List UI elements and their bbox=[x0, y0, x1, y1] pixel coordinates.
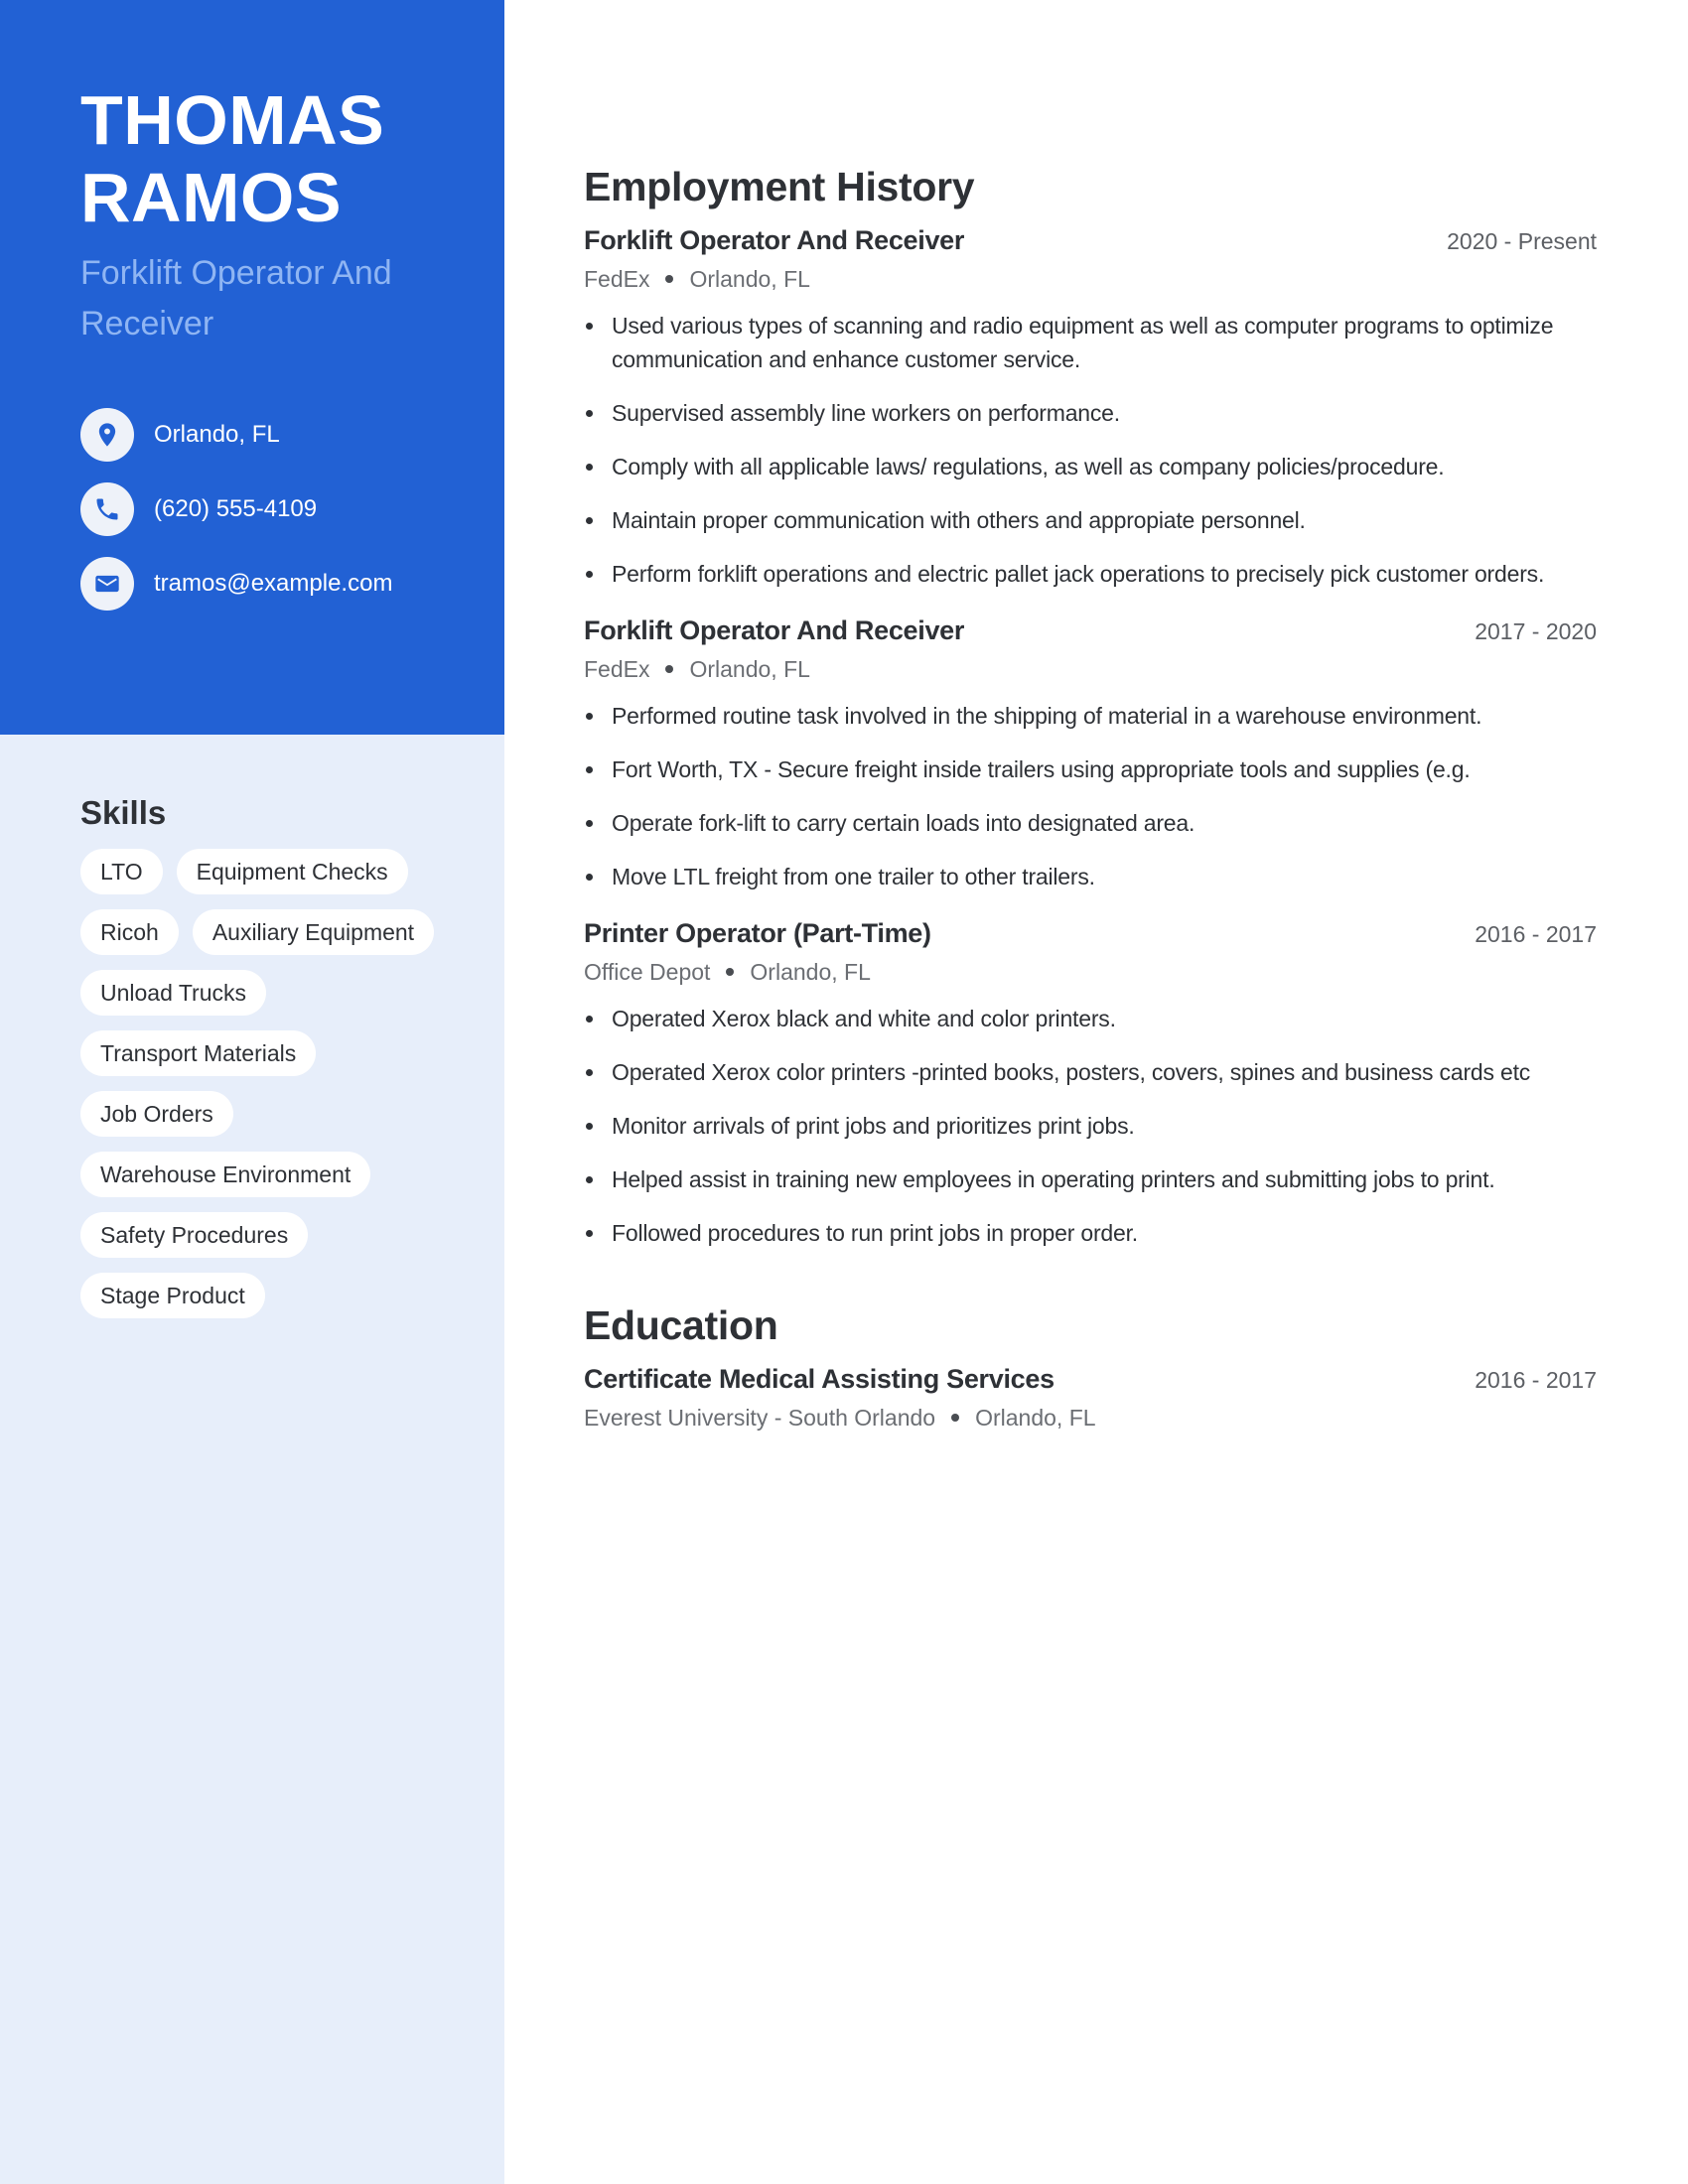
job-meta: FedEx Orlando, FL bbox=[584, 651, 1597, 687]
separator-dot bbox=[726, 967, 735, 976]
bullet-item: Followed procedures to run print jobs in… bbox=[584, 1216, 1597, 1250]
contact-location-text: Orlando, FL bbox=[154, 421, 280, 448]
company-name: Office Depot bbox=[584, 959, 711, 985]
envelope-icon bbox=[80, 557, 134, 611]
degree-title: Certificate Medical Assisting Services bbox=[584, 1364, 1055, 1394]
bullet-item: Move LTL freight from one trailer to oth… bbox=[584, 860, 1597, 893]
skill-chip: Unload Trucks bbox=[80, 970, 267, 1016]
job-title: Printer Operator (Part-Time) bbox=[584, 918, 931, 948]
skill-chip: Auxiliary Equipment bbox=[192, 909, 435, 955]
bullet-item: Monitor arrivals of print jobs and prior… bbox=[584, 1109, 1597, 1143]
skill-chip: Safety Procedures bbox=[80, 1212, 309, 1258]
job-title: Forklift Operator And Receiver bbox=[584, 225, 965, 255]
name-first: THOMAS bbox=[80, 81, 385, 159]
skill-chip: Equipment Checks bbox=[176, 849, 408, 894]
sidebar: THOMAS RAMOS Forklift Operator And Recei… bbox=[0, 0, 504, 2184]
separator-dot bbox=[665, 274, 674, 283]
job-entry: Forklift Operator And Receiver 2020 - Pre… bbox=[584, 220, 1597, 591]
bullet-item: Comply with all applicable laws/ regulat… bbox=[584, 450, 1597, 483]
education-heading: Education bbox=[584, 1302, 778, 1348]
bullet-item: Maintain proper communication with other… bbox=[584, 503, 1597, 537]
bullet-item: Operate fork-lift to carry certain loads… bbox=[584, 806, 1597, 840]
job-location: Orlando, FL bbox=[689, 266, 810, 292]
education-item: Certificate Medical Assisting Services 2… bbox=[584, 1359, 1597, 1435]
bullet-item: Perform forklift operations and electric… bbox=[584, 557, 1597, 591]
job-bullets: Used various types of scanning and radio… bbox=[584, 309, 1597, 591]
bullet-item: Operated Xerox color printers -printed b… bbox=[584, 1055, 1597, 1089]
job-dates: 2016 - 2017 bbox=[1475, 921, 1597, 947]
candidate-title: Forklift Operator And Receiver bbox=[80, 254, 392, 342]
separator-dot bbox=[951, 1413, 960, 1422]
job-meta: FedEx Orlando, FL bbox=[584, 261, 1597, 297]
job-location: Orlando, FL bbox=[689, 656, 810, 682]
skill-chip: Job Orders bbox=[80, 1091, 233, 1137]
contact-email-text[interactable]: tramos@example.com bbox=[154, 570, 392, 598]
contact-phone-text: (620) 555-4109 bbox=[154, 495, 318, 522]
company-name: FedEx bbox=[584, 656, 650, 682]
skills-list: LTO Equipment Checks Ricoh Auxiliary Equipm… bbox=[80, 849, 478, 1318]
bullet-item: Operated Xerox black and white and color… bbox=[584, 1002, 1597, 1035]
job-dates: 2020 - Present bbox=[1447, 228, 1597, 254]
bullet-item: Helped assist in training new employees … bbox=[584, 1162, 1597, 1196]
bullet-item: Fort Worth, TX - Secure freight inside t… bbox=[584, 752, 1597, 786]
contact-phone: (620) 555-4109 bbox=[80, 482, 317, 536]
job-dates: 2017 - 2020 bbox=[1475, 618, 1597, 644]
skill-chip: Transport Materials bbox=[80, 1030, 317, 1076]
employment-list: Forklift Operator And Receiver 2020 - Pre… bbox=[584, 220, 1597, 1250]
main-content: Employment History Forklift Operator And… bbox=[584, 159, 1597, 1435]
school-name: Everest University - South Orlando bbox=[584, 1405, 936, 1431]
job-bullets: Operated Xerox black and white and color… bbox=[584, 1002, 1597, 1250]
contact-email: tramos@example.com bbox=[80, 557, 392, 611]
bullet-item: Supervised assembly line workers on perf… bbox=[584, 396, 1597, 430]
bullet-item: Used various types of scanning and radio… bbox=[584, 309, 1597, 376]
education-section: Education Certificate Medical Assisting … bbox=[584, 1297, 1597, 1435]
employment-heading: Employment History bbox=[584, 164, 975, 209]
candidate-name: THOMAS RAMOS bbox=[80, 81, 497, 236]
skill-chip: Stage Product bbox=[80, 1273, 265, 1318]
job-location: Orlando, FL bbox=[750, 959, 871, 985]
phone-icon bbox=[80, 482, 134, 536]
job-entry: Printer Operator (Part-Time) 2016 - 2017 O… bbox=[584, 913, 1597, 1250]
name-last: RAMOS bbox=[80, 159, 343, 236]
skill-chip: LTO bbox=[80, 849, 163, 894]
skills-heading: Skills bbox=[80, 794, 167, 831]
job-bullets: Performed routine task involved in the s… bbox=[584, 699, 1597, 893]
location-pin-icon bbox=[80, 408, 134, 462]
company-name: FedEx bbox=[584, 266, 650, 292]
education-meta: Everest University - South Orlando Orland… bbox=[584, 1400, 1597, 1435]
education-dates: 2016 - 2017 bbox=[1475, 1367, 1597, 1393]
contact-location: Orlando, FL bbox=[80, 408, 280, 462]
separator-dot bbox=[665, 664, 674, 673]
skill-chip: Warehouse Environment bbox=[80, 1152, 371, 1197]
sidebar-header: THOMAS RAMOS Forklift Operator And Recei… bbox=[0, 0, 504, 735]
job-title: Forklift Operator And Receiver bbox=[584, 615, 965, 645]
skill-chip: Ricoh bbox=[80, 909, 179, 955]
job-meta: Office Depot Orlando, FL bbox=[584, 954, 1597, 990]
bullet-item: Performed routine task involved in the s… bbox=[584, 699, 1597, 733]
school-location: Orlando, FL bbox=[975, 1405, 1096, 1431]
job-entry: Forklift Operator And Receiver 2017 - 202… bbox=[584, 611, 1597, 893]
